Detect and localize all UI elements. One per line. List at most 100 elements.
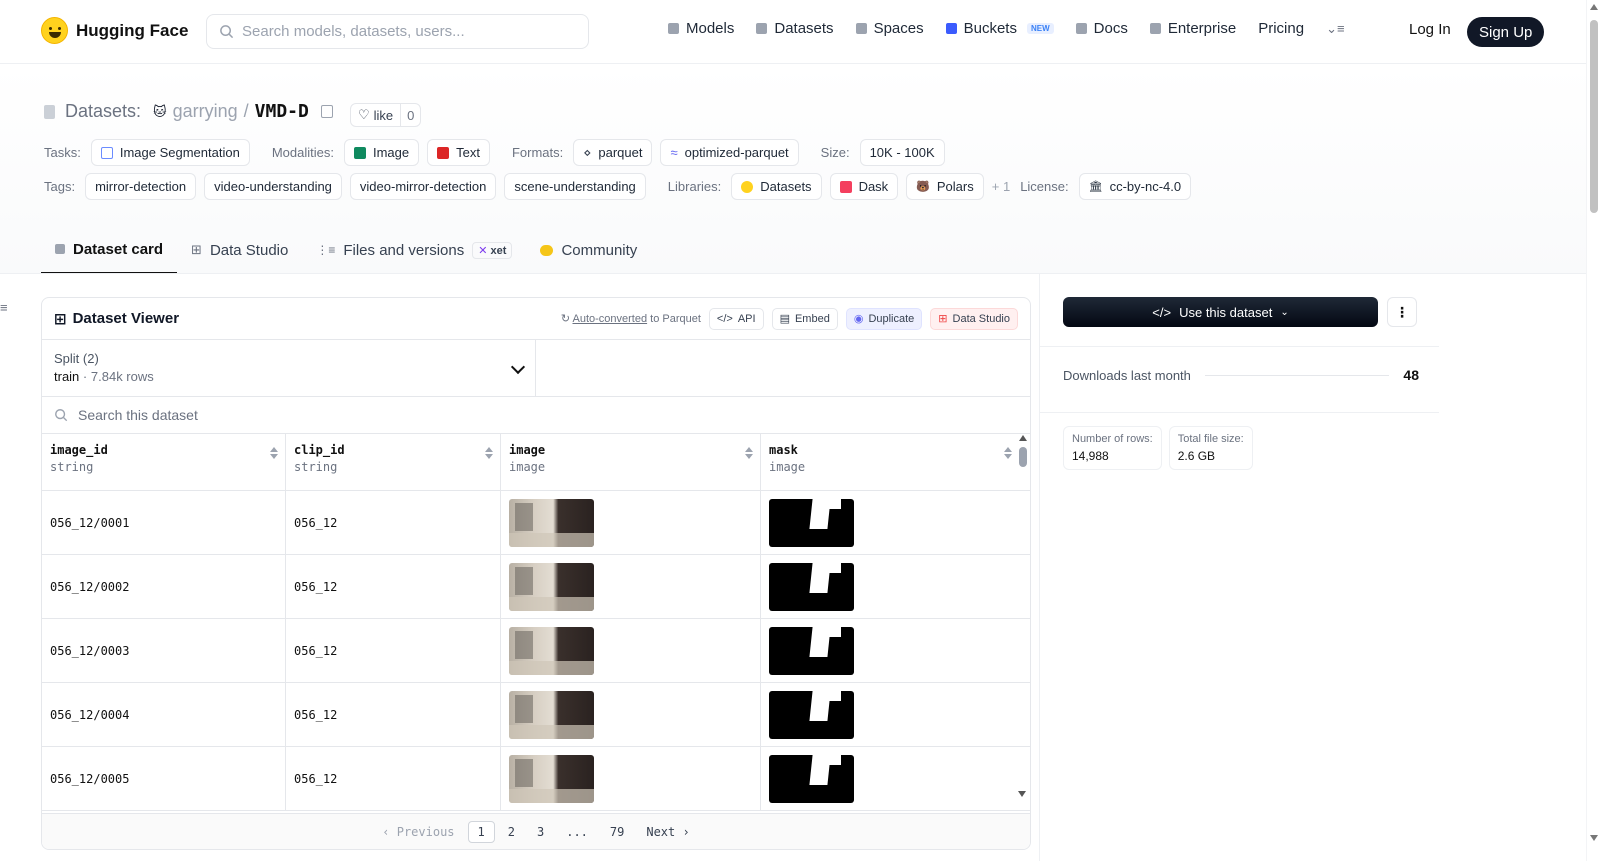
nav-pricing[interactable]: Pricing: [1258, 20, 1304, 37]
sort-icon[interactable]: [485, 447, 492, 459]
modality-label-text: Text: [456, 145, 480, 160]
image-thumbnail[interactable]: [509, 562, 594, 611]
library-tag-datasets[interactable]: Datasets: [731, 173, 822, 200]
api-button[interactable]: </> API: [708, 307, 764, 330]
sort-icon[interactable]: [270, 447, 277, 459]
file-size-value: 2.6 GB: [1177, 449, 1216, 463]
modality-tag-image[interactable]: Image: [343, 139, 420, 166]
image-thumbnail[interactable]: [509, 498, 594, 547]
nav-buckets[interactable]: Buckets NEW: [945, 20, 1054, 37]
breadcrumb-section[interactable]: Datasets:: [65, 101, 141, 122]
nav-spaces[interactable]: Spaces: [855, 20, 924, 37]
data-studio-button[interactable]: ⊞ Data Studio: [930, 307, 1018, 330]
breadcrumb: Datasets: 🐱 garrying / VMD-D: [44, 101, 333, 122]
like-button[interactable]: ♡ like 0: [350, 103, 422, 127]
scroll-up-icon[interactable]: [1590, 4, 1598, 10]
table-row[interactable]: 056_12/0001 056_12: [42, 491, 1030, 555]
image-thumbnail[interactable]: [509, 690, 594, 739]
page-scrollbar-thumb[interactable]: [1590, 20, 1598, 213]
previous-page-button[interactable]: ‹ Previous: [373, 822, 463, 842]
split-rows: 7.84k rows: [90, 369, 154, 384]
image-thumbnail[interactable]: [509, 626, 594, 675]
login-link[interactable]: Log In: [1409, 21, 1451, 38]
auto-converted-link[interactable]: Auto-converted: [572, 313, 647, 325]
global-search[interactable]: [206, 14, 589, 49]
table-scrollbar[interactable]: [1018, 435, 1027, 797]
nav-docs[interactable]: Docs: [1075, 20, 1128, 37]
nav-docs-label: Docs: [1093, 20, 1128, 37]
global-search-input[interactable]: [242, 23, 562, 40]
scroll-down-icon[interactable]: [1018, 791, 1026, 797]
nav-datasets[interactable]: Datasets: [756, 20, 834, 37]
search-icon: [55, 409, 68, 422]
nav-models[interactable]: Models: [668, 20, 734, 37]
use-dataset-button[interactable]: </> Use this dataset ⌄: [1063, 297, 1378, 327]
size-tag[interactable]: 10K - 100K: [859, 139, 945, 166]
tab-data-studio[interactable]: ⊞ Data Studio: [177, 226, 302, 274]
next-page-button[interactable]: Next ›: [637, 822, 698, 842]
page-button[interactable]: 79: [601, 822, 633, 842]
nav-models-label: Models: [686, 20, 735, 37]
split-selector[interactable]: Split (2) train · 7.84k rows: [42, 340, 536, 396]
image-thumbnail[interactable]: [509, 754, 594, 803]
more-options-button[interactable]: ⋮: [1387, 297, 1417, 327]
auto-converted-note: ↻ Auto-converted to Parquet: [561, 312, 701, 325]
column-header[interactable]: clip_id string: [286, 434, 501, 490]
cell-image-id: 056_12/0001: [42, 491, 286, 554]
mask-thumbnail[interactable]: [769, 498, 854, 547]
libraries-more[interactable]: + 1: [992, 179, 1010, 194]
scroll-up-icon[interactable]: [1018, 435, 1027, 441]
page-scrollbar[interactable]: [1586, 0, 1600, 861]
page-button[interactable]: 2: [499, 822, 524, 842]
breadcrumb-user[interactable]: garrying: [173, 101, 238, 122]
page-button[interactable]: 1: [467, 820, 495, 843]
duplicate-button[interactable]: ◉ Duplicate: [845, 307, 923, 330]
copy-icon[interactable]: [320, 105, 333, 118]
tag-chip[interactable]: video-understanding: [204, 173, 342, 200]
table-row[interactable]: 056_12/0002 056_12: [42, 555, 1030, 619]
mask-thumbnail[interactable]: [769, 690, 854, 739]
signup-button[interactable]: Sign Up: [1467, 17, 1545, 47]
library-tag-polars[interactable]: 🐻 Polars: [906, 173, 984, 200]
page-button[interactable]: 3: [528, 822, 553, 842]
tab-files[interactable]: ⋮≡ Files and versions ✕ xet: [302, 226, 526, 274]
tab-dataset-card[interactable]: Dataset card: [41, 226, 178, 274]
license-tag[interactable]: 🏛 cc-by-nc-4.0: [1078, 173, 1192, 200]
hf-logo[interactable]: Hugging Face: [41, 17, 188, 44]
tab-community[interactable]: Community: [526, 226, 651, 274]
dataset-search-input[interactable]: [78, 407, 678, 423]
sort-icon[interactable]: [1004, 447, 1011, 459]
tag-chip[interactable]: video-mirror-detection: [349, 173, 497, 200]
modality-tag-text[interactable]: Text: [427, 139, 490, 166]
dataset-search[interactable]: [42, 397, 1030, 434]
scroll-down-icon[interactable]: [1590, 835, 1598, 841]
table-row[interactable]: 056_12/0003 056_12: [42, 619, 1030, 683]
column-header[interactable]: mask image: [761, 434, 1019, 490]
parquet-icon: ⋄: [583, 144, 592, 160]
library-tag-dask[interactable]: Dask: [829, 173, 899, 200]
split-label: Split (2): [54, 351, 99, 366]
mask-thumbnail[interactable]: [769, 562, 854, 611]
table-row[interactable]: 056_12/0004 056_12: [42, 683, 1030, 747]
more-menu-icon[interactable]: ⌄≡: [1326, 21, 1344, 37]
sort-icon[interactable]: [745, 447, 752, 459]
mask-thumbnail[interactable]: [769, 754, 854, 803]
libraries-label: Libraries:: [667, 179, 722, 194]
bucket-icon: [945, 23, 957, 34]
toc-toggle-icon[interactable]: ≡: [0, 300, 8, 315]
repo-name[interactable]: VMD-D: [255, 101, 309, 122]
embed-button[interactable]: ▤ Embed: [771, 307, 838, 330]
tag-chip[interactable]: scene-understanding: [504, 173, 646, 200]
format-tag-parquet[interactable]: ⋄ parquet: [573, 139, 653, 166]
tag-chip[interactable]: mirror-detection: [85, 173, 197, 200]
scrollbar-thumb[interactable]: [1018, 447, 1027, 467]
table-row[interactable]: 056_12/0005 056_12: [42, 747, 1030, 811]
column-header[interactable]: image_id string: [42, 434, 286, 490]
file-size-stat: Total file size: 2.6 GB: [1168, 426, 1253, 470]
mask-thumbnail[interactable]: [769, 626, 854, 675]
nav-enterprise[interactable]: Enterprise: [1149, 20, 1236, 37]
format-tag-optimized-parquet[interactable]: ≈ optimized-parquet: [660, 139, 799, 166]
library-label-datasets: Datasets: [760, 179, 812, 194]
column-header[interactable]: image image: [501, 434, 761, 490]
task-tag[interactable]: Image Segmentation: [90, 139, 250, 166]
